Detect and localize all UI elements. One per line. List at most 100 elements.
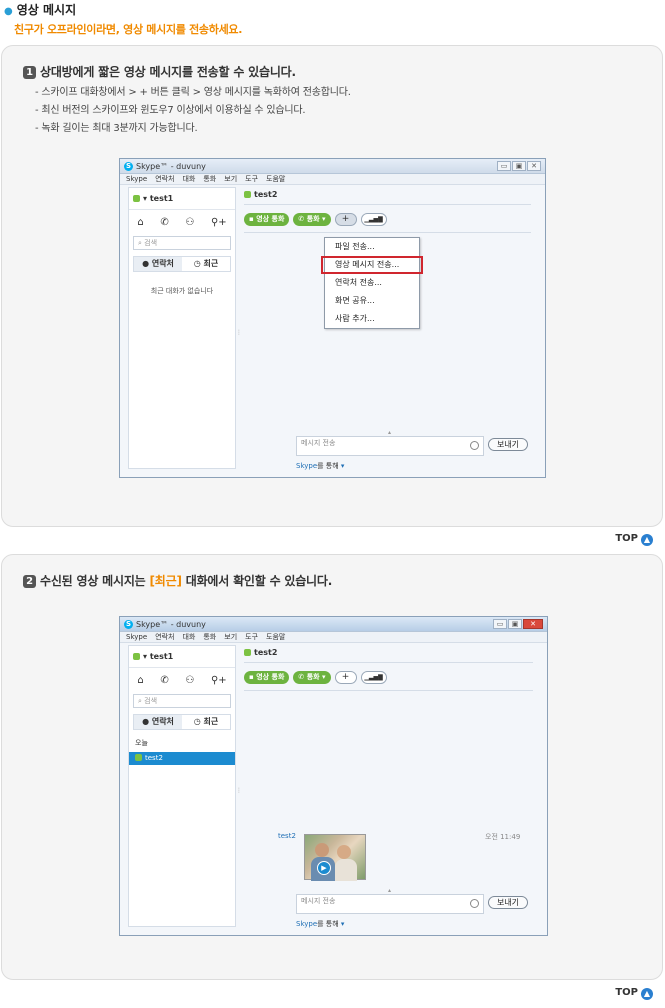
message-placeholder: 메시지 전송: [301, 439, 336, 447]
maximize-button[interactable]: ▣: [512, 161, 526, 171]
emoticon-icon[interactable]: [470, 899, 479, 908]
home-icon[interactable]: ⌂: [137, 217, 143, 228]
step2-title-post: 대화에서 확인할 수 있습니다.: [181, 574, 333, 588]
call-quality-icon[interactable]: ▁▃▅▇: [360, 671, 387, 684]
page-title-text: 영상 메시지: [16, 3, 77, 17]
top-link[interactable]: TOP ▲: [615, 987, 653, 1000]
splitter-grip-icon[interactable]: ⋮: [236, 787, 242, 794]
thumbnail-face: [315, 843, 329, 857]
menu-item-send-video-message[interactable]: 영상 메시지 전송...: [321, 256, 423, 274]
tab-recent-label: 최근: [203, 717, 219, 726]
menu-call[interactable]: 통화: [203, 632, 216, 642]
video-call-button[interactable]: ▪ 영상 통화: [244, 213, 290, 226]
send-button[interactable]: 보내기: [488, 896, 528, 909]
menu-contacts[interactable]: 연락처: [155, 174, 174, 184]
menu-help[interactable]: 도움말: [266, 632, 285, 642]
plus-button[interactable]: +: [334, 671, 357, 684]
phone-icon[interactable]: ✆: [160, 217, 168, 228]
search-placeholder: 검색: [144, 239, 158, 247]
profile-status[interactable]: ▾ test1: [129, 646, 235, 668]
sidebar-toolbar: ⌂ ✆ ⚇ ⚲+: [129, 668, 235, 692]
skype-logo-icon: S: [124, 620, 133, 629]
page: ● 영상 메시지 친구가 오프라인이라면, 영상 메시지를 전송하세요. 1 상대방…: [0, 0, 665, 1008]
call-toolbar: ▪ 영상 통화 ✆ 통화 ▾ + ▁▃▅▇: [244, 213, 537, 226]
menu-conversation[interactable]: 대화: [182, 174, 195, 184]
toolbar-divider: [244, 232, 531, 233]
top-link-label: TOP: [615, 987, 638, 998]
search-input[interactable]: ⌕ 검색: [133, 236, 231, 250]
search-input[interactable]: ⌕ 검색: [133, 694, 231, 708]
conversation-panel: test2 ▪ 영상 통화 ✆ 통화 ▾ + ▁▃▅▇: [244, 645, 539, 927]
profile-status[interactable]: ▾ test1: [129, 188, 235, 210]
step1-bullet: - 스카이프 대화창에서 > + 버튼 클릭 > 영상 메시지를 녹화하여 전송…: [35, 87, 351, 98]
send-via-selector[interactable]: Skype를 통해 ▾: [296, 461, 344, 471]
bullet-icon: ●: [4, 6, 13, 17]
menu-bar: Skype 연락처 대화 통화 보기 도구 도움말: [120, 174, 545, 185]
tab-contacts-label: 연락처: [151, 259, 174, 268]
message-input[interactable]: 메시지 전송: [296, 436, 484, 456]
recent-conversation-item[interactable]: test2: [129, 752, 235, 765]
minimize-button[interactable]: ▭: [493, 619, 507, 629]
tab-contacts[interactable]: ● 연락처: [134, 257, 182, 271]
tab-contacts-label: 연락처: [151, 717, 174, 726]
input-resize-grip-icon[interactable]: ▴: [388, 887, 391, 894]
thumbnail-face: [337, 845, 351, 859]
menu-tools[interactable]: 도구: [245, 632, 258, 642]
thumbnail-person: [335, 859, 357, 881]
video-message-thumbnail[interactable]: ▶: [304, 834, 366, 881]
step2-title-highlight: [최근]: [149, 574, 182, 588]
window-title: Skype™ - duvuny: [136, 620, 206, 629]
top-link[interactable]: TOP ▲: [615, 533, 653, 546]
menu-help[interactable]: 도움말: [266, 174, 285, 184]
tab-contacts[interactable]: ● 연락처: [134, 715, 182, 729]
sidebar-tabs: ● 연락처 ◷ 최근: [133, 714, 231, 730]
menu-skype[interactable]: Skype: [126, 174, 147, 184]
skype-window-1: S Skype™ - duvuny ▭ ▣ ✕ Skype 연락처 대화 통화 보기 …: [119, 158, 546, 478]
message-time: 오전 11:49: [485, 833, 521, 841]
menu-item-send-file[interactable]: 파일 전송...: [325, 238, 419, 256]
send-via-selector[interactable]: Skype를 통해 ▾: [296, 919, 344, 929]
maximize-button[interactable]: ▣: [508, 619, 522, 629]
step-number-badge: 2: [23, 575, 36, 588]
menu-contacts[interactable]: 연락처: [155, 632, 174, 642]
via-brand: Skype: [296, 462, 318, 470]
conversation-header: test2: [244, 187, 531, 205]
close-button[interactable]: ✕: [527, 161, 541, 171]
menu-item-add-people[interactable]: 사람 추가...: [325, 310, 419, 328]
contact-name: test2: [254, 648, 278, 657]
input-resize-grip-icon[interactable]: ▴: [388, 429, 391, 436]
group-icon[interactable]: ⚇: [185, 217, 194, 228]
menu-conversation[interactable]: 대화: [182, 632, 195, 642]
home-icon[interactable]: ⌂: [137, 675, 143, 686]
splitter-grip-icon[interactable]: ⋮: [236, 329, 242, 336]
call-quality-icon[interactable]: ▁▃▅▇: [360, 213, 387, 226]
menu-tools[interactable]: 도구: [245, 174, 258, 184]
phone-icon[interactable]: ✆: [160, 675, 168, 686]
toolbar-divider: [244, 690, 533, 691]
minimize-button[interactable]: ▭: [497, 161, 511, 171]
menu-skype[interactable]: Skype: [126, 632, 147, 642]
call-button[interactable]: ✆ 통화 ▾: [293, 671, 331, 684]
menu-call[interactable]: 통화: [203, 174, 216, 184]
menu-item-send-contacts[interactable]: 연락처 전송...: [325, 274, 419, 292]
add-contact-icon[interactable]: ⚲+: [211, 217, 227, 228]
emoticon-icon[interactable]: [470, 441, 479, 450]
tab-recent[interactable]: ◷ 최근: [182, 257, 230, 271]
tab-recent[interactable]: ◷ 최근: [182, 715, 230, 729]
call-button[interactable]: ✆ 통화 ▾: [293, 213, 331, 226]
group-icon[interactable]: ⚇: [185, 675, 194, 686]
play-icon[interactable]: ▶: [317, 861, 331, 875]
conversation-header: test2: [244, 645, 533, 663]
profile-name: test1: [149, 652, 174, 661]
message-input[interactable]: 메시지 전송: [296, 894, 484, 914]
video-call-button[interactable]: ▪ 영상 통화: [244, 671, 290, 684]
plus-button[interactable]: +: [334, 213, 357, 226]
today-heading: 오늘: [135, 739, 148, 747]
menu-view[interactable]: 보기: [224, 174, 237, 184]
close-button[interactable]: ✕: [523, 619, 543, 629]
call-label: 통화: [306, 215, 320, 223]
add-contact-icon[interactable]: ⚲+: [211, 675, 227, 686]
menu-item-share-screen[interactable]: 화면 공유...: [325, 292, 419, 310]
send-button[interactable]: 보내기: [488, 438, 528, 451]
menu-view[interactable]: 보기: [224, 632, 237, 642]
